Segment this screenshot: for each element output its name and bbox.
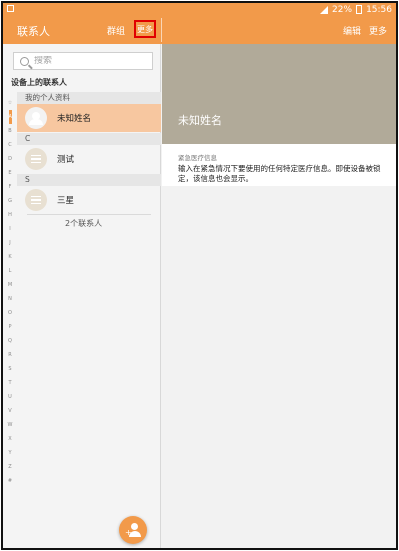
search-box[interactable] [13,52,153,70]
app-window: 22% 15:56 联系人 群组 更多 编辑 更多 设备上的联系人 ☆ABCDE… [1,1,398,550]
profile-avatar-icon [25,107,47,129]
add-contact-button[interactable]: + [119,516,147,544]
alphabet-index-item[interactable]: Q [8,334,12,348]
alphabet-index-item[interactable]: N [8,292,12,306]
contact-count: 2个联系人 [65,219,103,228]
battery-icon [356,5,363,14]
alphabet-index-item[interactable]: E [8,166,11,180]
person-icon [131,523,138,530]
alphabet-index-item[interactable]: D [8,152,12,166]
contact-name: 未知姓名 [57,114,92,124]
battery-percent: 22% [332,4,353,15]
alphabet-index-item[interactable]: O [8,306,12,320]
contact-detail-name: 未知姓名 [178,114,222,127]
alphabet-index-item[interactable]: M [8,278,12,292]
section-header-profile: 我的个人资料 [17,92,161,104]
alphabet-index-item[interactable]: R [8,348,11,362]
contact-detail-pane: 未知姓名 紧急医疗信息 输入在紧急情况下要使用的任何特定医疗信息。即使设备被锁定… [162,44,396,548]
device-contacts-heading: 设备上的联系人 [11,78,67,87]
alphabet-index-item[interactable]: F [9,180,12,194]
alphabet-index-item[interactable]: C [8,138,12,152]
alphabet-index-item[interactable]: I [9,222,10,236]
app-title: 联系人 [17,25,50,38]
contacts-list-pane: 设备上的联系人 ☆ABCDEFGHIJKLMNOPQRSTUVWXYZ# 我的个… [3,44,161,548]
alphabet-index-item[interactable]: L [9,264,12,278]
clock: 15:56 [366,4,392,15]
contact-row-ceshi[interactable]: 测试 [17,145,161,173]
contact-name: 测试 [57,155,75,165]
edit-button[interactable]: 编辑 [343,24,361,37]
medical-info-text: 输入在紧急情况下要使用的任何特定医疗信息。即使设备被锁定，该信息也会显示。 [178,164,381,183]
contact-row-profile[interactable]: 未知姓名 [17,104,161,132]
contact-row-sanxing[interactable]: 三星 [17,186,161,214]
more-button-left[interactable]: 更多 [134,20,156,38]
search-icon [20,56,29,66]
alphabet-index-item[interactable]: W [8,418,13,432]
alphabet-index-item[interactable]: ☆ [8,96,12,110]
medical-info-label: 紧急医疗信息 [178,154,217,162]
screenshot-icon [7,4,14,12]
alphabet-index-item[interactable]: Y [8,446,11,460]
alphabet-index-item[interactable]: V [8,404,11,418]
alphabet-index-item[interactable]: # [8,474,12,488]
alphabet-index-item[interactable]: A [8,110,12,124]
alphabet-index-item[interactable]: K [8,250,11,264]
emergency-medical-info-card[interactable]: 紧急医疗信息 输入在紧急情况下要使用的任何特定医疗信息。即使设备被锁定，该信息也… [162,144,396,186]
section-header-s: S [17,174,161,186]
alphabet-index-item[interactable]: H [8,208,12,222]
more-button-right[interactable]: 更多 [369,24,387,37]
alphabet-index-item[interactable]: P [8,320,11,334]
alphabet-index-item[interactable]: Z [8,460,11,474]
contact-avatar-icon [25,148,47,170]
alphabet-index-item[interactable]: T [8,376,11,390]
status-bar: 22% 15:56 [3,3,396,16]
alphabet-index-item[interactable]: U [8,390,12,404]
alphabet-index-item[interactable]: B [8,124,11,138]
contact-header: 未知姓名 [162,44,396,144]
person-icon-body [129,531,141,537]
alphabet-index-item[interactable]: G [8,194,12,208]
list-divider [27,214,151,215]
alphabet-index[interactable]: ☆ A B C D E F G H I J K L M N O P Q R S T U V W X Y Z # [3,96,17,544]
app-bar: 联系人 群组 更多 编辑 更多 [3,16,396,44]
alphabet-index-item[interactable]: J [9,236,10,250]
contact-avatar-icon [25,189,47,211]
signal-icon [320,5,329,14]
contact-name: 三星 [57,196,75,206]
alphabet-index-item[interactable]: S [8,362,11,376]
pane-divider [161,18,162,42]
groups-button[interactable]: 群组 [107,24,125,37]
section-header-c: C [17,133,161,145]
alphabet-index-item[interactable]: X [8,432,11,446]
search-input[interactable] [34,56,144,66]
